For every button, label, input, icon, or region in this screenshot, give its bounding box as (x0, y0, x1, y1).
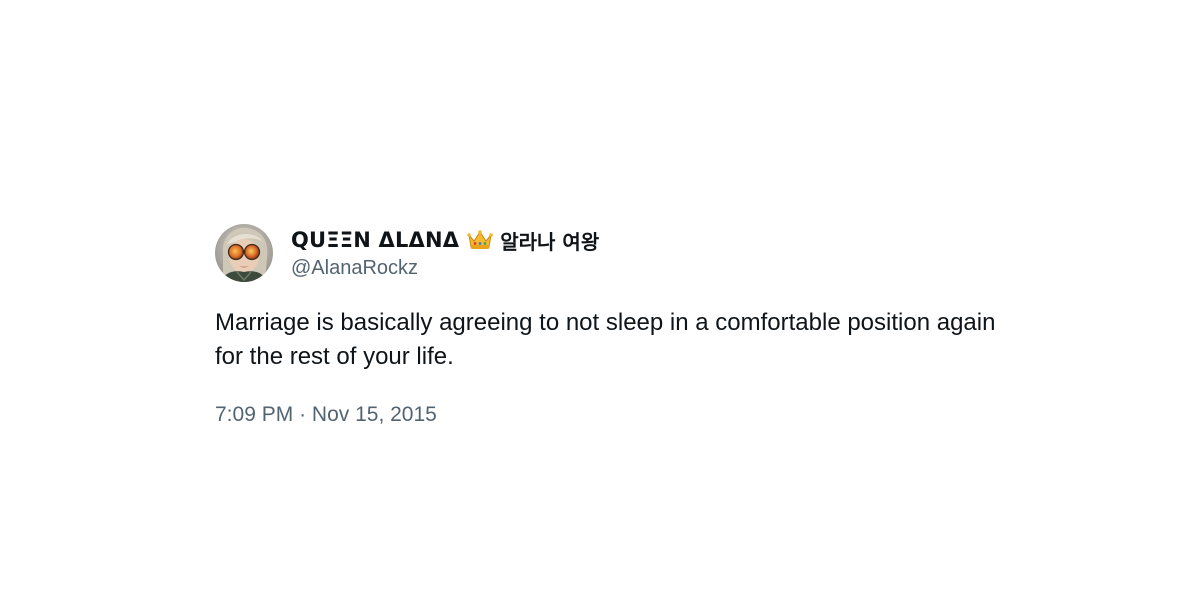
author-names: QUΞΞN ΔLΔNΔ 알라나 여왕 @AlanaRockz (291, 226, 599, 280)
tweet-date[interactable]: Nov 15, 2015 (312, 403, 437, 426)
display-name-row: QUΞΞN ΔLΔNΔ 알라나 여왕 (291, 226, 599, 254)
tweet-timestamp[interactable]: 7:09 PM · Nov 15, 2015 (215, 403, 1015, 427)
display-name[interactable]: QUΞΞN ΔLΔNΔ (291, 228, 459, 252)
timestamp-separator: · (299, 403, 307, 426)
user-handle[interactable]: @AlanaRockz (291, 257, 599, 280)
tweet-header: QUΞΞN ΔLΔNΔ 알라나 여왕 @AlanaRockz (215, 223, 1015, 283)
avatar[interactable] (215, 224, 273, 282)
crown-icon (467, 229, 494, 251)
tweet-text: Marriage is basically agreeing to not sl… (215, 309, 996, 370)
tweet-time[interactable]: 7:09 PM (215, 403, 293, 426)
display-name-korean[interactable]: 알라나 여왕 (500, 226, 599, 255)
tweet-card: QUΞΞN ΔLΔNΔ 알라나 여왕 @AlanaRockz Marriage … (215, 223, 1015, 427)
